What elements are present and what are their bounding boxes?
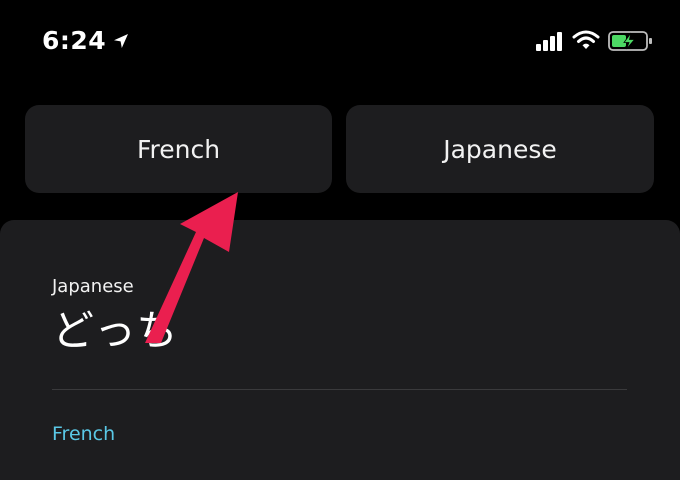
target-language-button[interactable]: Japanese xyxy=(346,105,654,193)
cellular-signal-icon xyxy=(536,31,564,55)
source-phrase[interactable]: どっち xyxy=(52,305,178,357)
location-arrow-icon xyxy=(112,32,130,50)
battery-charging-icon xyxy=(608,30,656,56)
status-time-group: 6:24 xyxy=(42,26,130,56)
source-language-button[interactable]: French xyxy=(25,105,332,193)
status-indicators xyxy=(536,28,656,54)
wifi-icon xyxy=(572,29,600,55)
card-divider xyxy=(52,389,627,390)
status-time: 6:24 xyxy=(42,26,107,55)
target-language-label: French xyxy=(52,423,116,445)
source-language-label: Japanese xyxy=(52,276,134,297)
status-bar: 6:24 xyxy=(0,0,680,80)
